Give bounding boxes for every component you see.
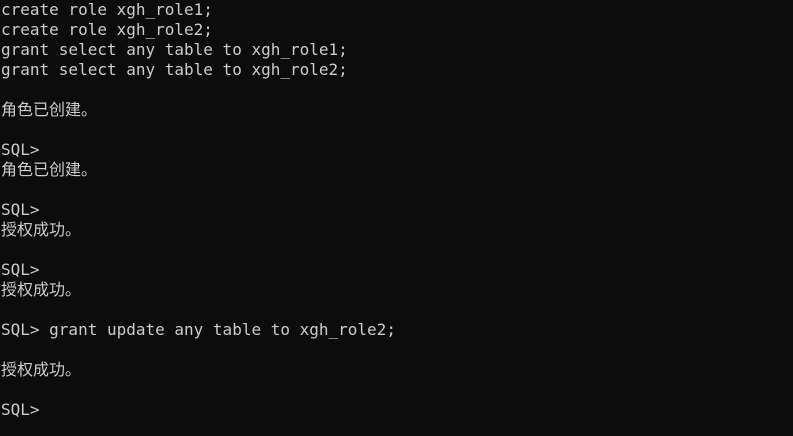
- command-line: grant select any table to xgh_role1;: [1, 40, 348, 59]
- output-line: 角色已创建。: [1, 160, 98, 179]
- sql-prompt: SQL>: [1, 400, 40, 419]
- output-line: 授权成功。: [1, 280, 82, 299]
- output-line: 授权成功。: [1, 360, 82, 379]
- current-prompt-line[interactable]: SQL>: [0, 400, 793, 420]
- sql-prompt: SQL>: [1, 200, 40, 219]
- command-line: create role xgh_role1;: [1, 0, 213, 19]
- command-line: create role xgh_role2;: [1, 20, 213, 39]
- command-line: SQL> grant update any table to xgh_role2…: [1, 320, 396, 339]
- sql-prompt: SQL>: [1, 140, 40, 159]
- command-line: grant select any table to xgh_role2;: [1, 60, 348, 79]
- sql-prompt: SQL>: [1, 260, 40, 279]
- output-line: 角色已创建。: [1, 100, 98, 119]
- terminal-console[interactable]: create role xgh_role1; create role xgh_r…: [0, 0, 793, 436]
- output-line: 授权成功。: [1, 220, 82, 239]
